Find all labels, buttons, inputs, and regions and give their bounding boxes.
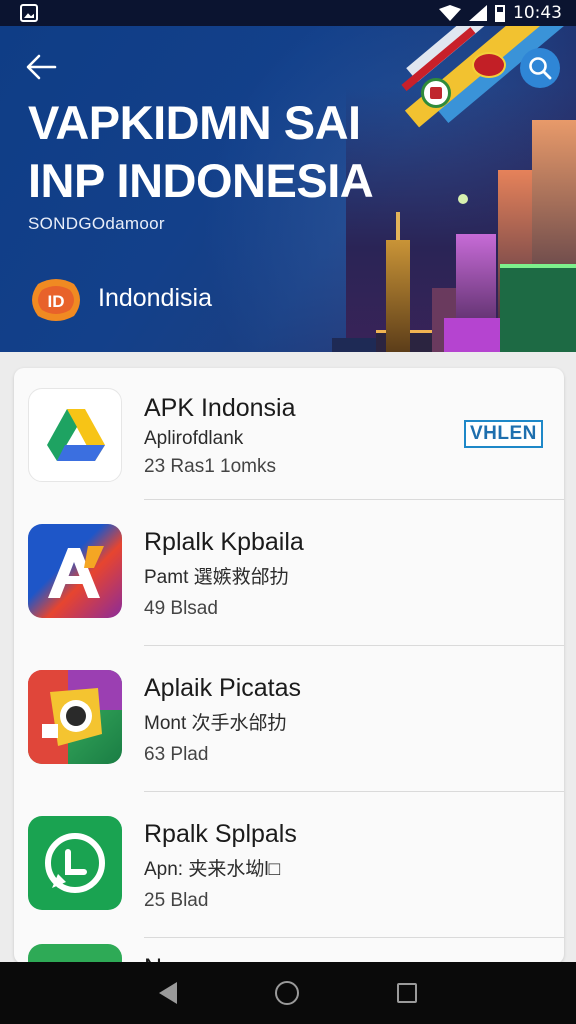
search-button[interactable] bbox=[520, 48, 560, 88]
app-description: Pamt 選嫉救邰扐 bbox=[144, 567, 289, 588]
app-description: Aplirofdlank bbox=[144, 428, 244, 449]
green-app-icon bbox=[28, 944, 122, 964]
hero-banner: VAPKIDMN SAI INP INDONESIA SONDGOdamoor … bbox=[0, 26, 576, 352]
arrow-left-icon bbox=[26, 54, 57, 80]
hero-title-line: INP INDONESIA bbox=[28, 154, 374, 207]
app-name: Rplalk Kpbaila bbox=[144, 528, 304, 556]
app-meta: 63 Plad bbox=[144, 744, 209, 765]
recents-square-icon[interactable] bbox=[397, 983, 417, 1003]
brand-logo-icon: ID bbox=[28, 276, 84, 324]
app-meta: 23 Ras1 1omks bbox=[144, 456, 277, 477]
gallery-notification-icon bbox=[20, 4, 38, 22]
brand-logo-text: ID bbox=[48, 292, 65, 311]
skyline-tower bbox=[386, 240, 410, 352]
google-drive-icon bbox=[28, 388, 122, 482]
list-item[interactable]: N bbox=[14, 938, 564, 964]
hero-subtitle: SONDGOdamoor bbox=[28, 214, 165, 233]
hero-brand-name: Indondisia bbox=[98, 284, 212, 312]
back-triangle-icon[interactable] bbox=[159, 982, 177, 1004]
status-icons: 10:43 bbox=[439, 3, 562, 23]
skyline-building bbox=[332, 338, 382, 352]
hero-title: VAPKIDMN SAI INP INDONESIA bbox=[28, 94, 408, 210]
app-description: Apn: 夹来水坳l□ bbox=[144, 859, 281, 880]
skyline-building bbox=[444, 318, 506, 352]
app-name: Rpalk Splpals bbox=[144, 820, 297, 848]
navigation-bar bbox=[0, 962, 576, 1024]
skyline-building bbox=[500, 264, 576, 352]
whatsapp-style-icon bbox=[28, 816, 122, 910]
wifi-icon bbox=[439, 5, 461, 21]
list-item[interactable]: Rpalk Splpals Apn: 夹来水坳l□ 25 Blad bbox=[14, 792, 564, 938]
app-list-card: APK Indonsia Aplirofdlank 23 Ras1 1omks … bbox=[14, 368, 564, 964]
battery-icon bbox=[495, 4, 505, 22]
signal-icon bbox=[469, 5, 487, 21]
app-meta: 25 Blad bbox=[144, 890, 209, 911]
list-item[interactable]: APK Indonsia Aplirofdlank 23 Ras1 1omks … bbox=[14, 368, 564, 500]
install-button[interactable]: VHLEN bbox=[464, 420, 543, 448]
hero-title-line: VAPKIDMN SAI bbox=[28, 96, 361, 149]
app-description: Mont 次手水邰扐 bbox=[144, 713, 287, 734]
status-time: 10:43 bbox=[513, 3, 562, 23]
list-item[interactable]: Rplalk Kpbaila Pamt 選嫉救邰扐 49 Blsad bbox=[14, 500, 564, 646]
camera-lens-icon bbox=[28, 670, 122, 764]
garuda-emblem-icon bbox=[421, 78, 451, 108]
red-badge-icon bbox=[472, 52, 506, 78]
app-name: Aplaik Picatas bbox=[144, 674, 302, 702]
status-bar: 10:43 bbox=[0, 0, 576, 26]
letter-a-icon bbox=[28, 524, 122, 618]
home-circle-icon[interactable] bbox=[275, 981, 299, 1005]
back-button[interactable] bbox=[24, 52, 60, 82]
search-icon bbox=[529, 57, 552, 80]
list-item[interactable]: Aplaik Picatas Mont 次手水邰扐 63 Plad bbox=[14, 646, 564, 792]
star-dot bbox=[458, 194, 468, 204]
app-meta: 49 Blsad bbox=[144, 598, 218, 619]
app-name: APK Indonsia bbox=[144, 394, 296, 422]
